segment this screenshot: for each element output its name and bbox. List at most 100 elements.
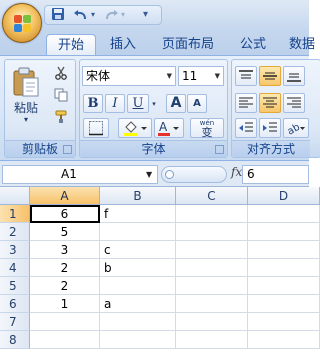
- cell-b6[interactable]: a: [100, 295, 176, 313]
- row-header[interactable]: 6: [0, 295, 30, 313]
- insert-function-button[interactable]: fx: [231, 165, 242, 179]
- name-box[interactable]: A1 ▼: [2, 165, 158, 184]
- chevron-down-icon[interactable]: ▼: [146, 166, 152, 183]
- save-icon[interactable]: [51, 7, 65, 23]
- copy-button[interactable]: [51, 87, 71, 105]
- format-painter-button[interactable]: [51, 109, 71, 127]
- row-header[interactable]: 3: [0, 241, 30, 259]
- font-group-label: 字体: [80, 140, 227, 157]
- cell-a6[interactable]: 1: [30, 295, 100, 313]
- cell-d7[interactable]: [248, 313, 320, 331]
- row-header[interactable]: 1: [0, 205, 30, 223]
- office-logo-icon: [14, 15, 32, 33]
- align-right-button[interactable]: [283, 93, 305, 113]
- align-left-button[interactable]: [235, 93, 257, 113]
- formula-input[interactable]: 6: [242, 165, 309, 184]
- svg-text:A: A: [159, 120, 168, 134]
- cell-c6[interactable]: [176, 295, 248, 313]
- column-header-b[interactable]: B: [100, 187, 176, 205]
- select-all-button[interactable]: [0, 187, 30, 205]
- cell-a3[interactable]: 3: [30, 241, 100, 259]
- align-middle-icon: [263, 72, 277, 80]
- increase-indent-button[interactable]: [259, 118, 281, 138]
- cell-c7[interactable]: [176, 313, 248, 331]
- cell-b3[interactable]: c: [100, 241, 176, 259]
- undo-dropdown-icon[interactable]: ▾: [91, 7, 95, 23]
- cell-d1[interactable]: [248, 205, 320, 223]
- cell-c2[interactable]: [176, 223, 248, 241]
- cell-b1[interactable]: f: [100, 205, 176, 223]
- cell-d5[interactable]: [248, 277, 320, 295]
- cell-d3[interactable]: [248, 241, 320, 259]
- shrink-font-button[interactable]: A: [187, 94, 207, 113]
- row-header[interactable]: 7: [0, 313, 30, 331]
- slider-handle-icon[interactable]: [165, 170, 174, 179]
- cell-b5[interactable]: [100, 277, 176, 295]
- column-header-d[interactable]: D: [248, 187, 320, 205]
- row-header[interactable]: 4: [0, 259, 30, 277]
- cell-a8[interactable]: [30, 331, 100, 349]
- cut-button[interactable]: [51, 65, 71, 83]
- scissors-icon: [55, 66, 67, 80]
- cell-d8[interactable]: [248, 331, 320, 349]
- cell-c1[interactable]: [176, 205, 248, 223]
- cell-a2[interactable]: 5: [30, 223, 100, 241]
- italic-button[interactable]: I: [105, 94, 125, 113]
- align-middle-button[interactable]: [259, 66, 281, 86]
- cell-b4[interactable]: b: [100, 259, 176, 277]
- cell-d4[interactable]: [248, 259, 320, 277]
- cell-b2[interactable]: [100, 223, 176, 241]
- redo-dropdown-icon[interactable]: ▾: [121, 7, 125, 23]
- cell-b7[interactable]: [100, 313, 176, 331]
- tab-data[interactable]: 数据: [282, 34, 320, 56]
- column-header-a[interactable]: A: [30, 187, 100, 205]
- customize-icon[interactable]: ▾: [143, 7, 148, 23]
- clipboard-group: 粘贴 ▾ 剪贴板: [4, 59, 76, 158]
- cell-a7[interactable]: [30, 313, 100, 331]
- underline-button[interactable]: U: [127, 94, 149, 113]
- column-header-c[interactable]: C: [176, 187, 248, 205]
- formula-bar-slider[interactable]: [161, 166, 227, 183]
- font-color-icon: A: [158, 120, 179, 136]
- tab-formulas[interactable]: 公式: [230, 34, 276, 56]
- font-size-select[interactable]: 11 ▼: [178, 66, 224, 86]
- tab-home[interactable]: 开始: [46, 34, 96, 56]
- redo-icon[interactable]: [103, 7, 119, 23]
- cell-a4[interactable]: 2: [30, 259, 100, 277]
- border-icon: [89, 121, 103, 136]
- undo-icon[interactable]: [73, 7, 89, 23]
- row-header[interactable]: 2: [0, 223, 30, 241]
- tab-insert[interactable]: 插入: [100, 34, 146, 56]
- grow-font-button[interactable]: A: [166, 94, 186, 113]
- orientation-button[interactable]: ab: [283, 118, 309, 138]
- cell-a1[interactable]: 6: [30, 205, 100, 223]
- office-button[interactable]: [2, 3, 42, 43]
- paste-button[interactable]: 粘贴 ▾: [8, 63, 44, 135]
- align-center-icon: [263, 97, 277, 108]
- font-name-select[interactable]: 宋体 ▼: [82, 66, 176, 86]
- row-header[interactable]: 8: [0, 331, 30, 349]
- font-launcher-icon[interactable]: [215, 145, 224, 154]
- align-bottom-button[interactable]: [283, 66, 305, 86]
- bold-button[interactable]: B: [83, 94, 103, 113]
- underline-dropdown-icon[interactable]: ▾: [150, 94, 158, 113]
- clipboard-launcher-icon[interactable]: [63, 145, 72, 154]
- cell-c3[interactable]: [176, 241, 248, 259]
- cell-a5[interactable]: 2: [30, 277, 100, 295]
- cell-d2[interactable]: [248, 223, 320, 241]
- decrease-indent-button[interactable]: [235, 118, 257, 138]
- align-right-icon: [287, 97, 301, 108]
- fill-color-button[interactable]: [118, 118, 152, 138]
- cell-c5[interactable]: [176, 277, 248, 295]
- cell-c4[interactable]: [176, 259, 248, 277]
- phonetic-guide-button[interactable]: wén 变: [190, 118, 224, 138]
- row-header[interactable]: 5: [0, 277, 30, 295]
- cell-b8[interactable]: [100, 331, 176, 349]
- align-center-button[interactable]: [259, 93, 281, 113]
- cell-c8[interactable]: [176, 331, 248, 349]
- border-button[interactable]: [83, 118, 109, 138]
- cell-d6[interactable]: [248, 295, 320, 313]
- tab-page-layout[interactable]: 页面布局: [152, 34, 224, 56]
- align-top-button[interactable]: [235, 66, 257, 86]
- font-color-button[interactable]: A: [154, 118, 184, 138]
